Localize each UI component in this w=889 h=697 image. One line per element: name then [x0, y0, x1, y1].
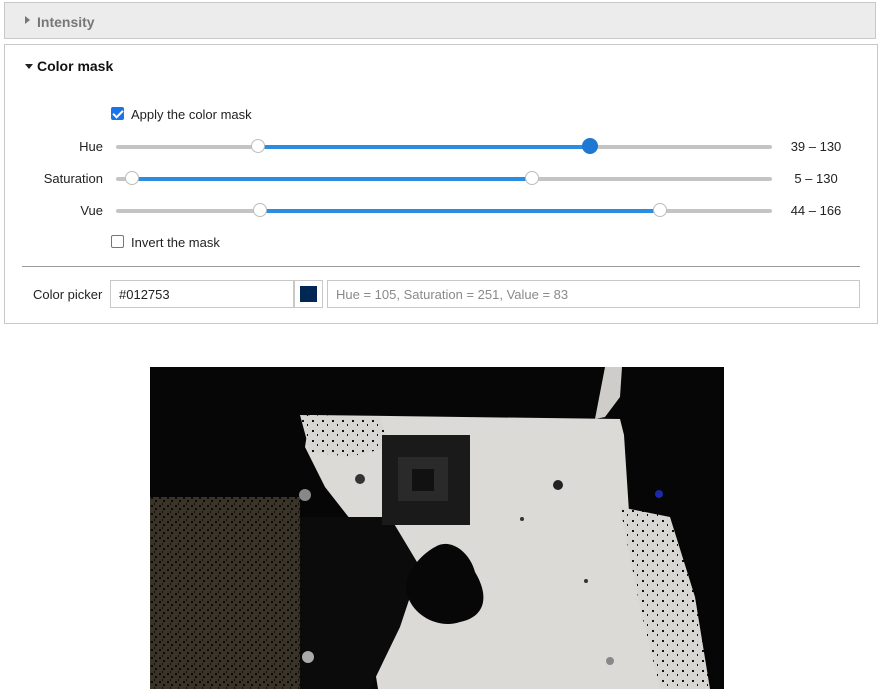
intensity-panel-header[interactable]: Intensity [4, 2, 876, 39]
intensity-title: Intensity [37, 14, 95, 30]
vue-slider-fill [260, 209, 661, 213]
hue-low-thumb[interactable] [251, 139, 266, 153]
saturation-high-thumb[interactable] [525, 171, 539, 185]
saturation-low-thumb[interactable] [125, 171, 139, 185]
caret-right-icon [25, 16, 30, 24]
invert-mask-label[interactable]: Invert the mask [131, 235, 220, 250]
color-swatch-button[interactable] [294, 280, 323, 308]
vue-low-thumb[interactable] [253, 203, 268, 217]
apply-mask-label[interactable]: Apply the color mask [131, 107, 252, 122]
color-mask-panel: Color mask Apply the color mask Hue 39 –… [4, 44, 878, 324]
hue-label: Hue [79, 139, 103, 154]
color-hsv-readout: Hue = 105, Saturation = 251, Value = 83 [327, 280, 860, 308]
vue-slider[interactable] [116, 203, 772, 217]
vue-high-thumb[interactable] [653, 203, 668, 217]
color-mask-title[interactable]: Color mask [37, 58, 113, 74]
masked-image-preview [150, 367, 724, 689]
caret-down-icon[interactable] [25, 64, 33, 69]
invert-mask-checkbox[interactable] [111, 235, 124, 248]
hue-slider[interactable] [116, 138, 772, 154]
saturation-slider-fill [132, 177, 532, 181]
vue-label: Vue [80, 203, 103, 218]
vue-range-value: 44 – 166 [790, 203, 842, 218]
color-hex-input[interactable] [110, 280, 294, 308]
saturation-range-value: 5 – 130 [794, 171, 838, 186]
hue-high-thumb[interactable] [581, 138, 598, 154]
hue-range-value: 39 – 130 [790, 139, 842, 154]
section-divider [22, 266, 860, 267]
saturation-label: Saturation [43, 171, 103, 186]
color-picker-label: Color picker [33, 287, 103, 302]
saturation-slider[interactable] [116, 171, 772, 185]
color-swatch [300, 286, 317, 302]
hue-slider-fill [258, 145, 590, 149]
masked-image [150, 367, 724, 689]
apply-mask-checkbox[interactable] [111, 107, 124, 120]
